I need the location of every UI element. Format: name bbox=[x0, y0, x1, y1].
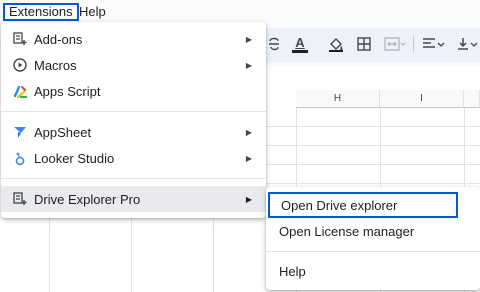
toolbar-divider bbox=[413, 36, 414, 52]
submenu-arrow-icon: ▶ bbox=[245, 60, 252, 70]
menu-item-macros[interactable]: Macros ▶ bbox=[1, 52, 266, 78]
menu-item-apps-script[interactable]: Apps Script bbox=[1, 78, 266, 104]
macros-icon bbox=[12, 57, 28, 73]
column-header-h[interactable]: H bbox=[296, 90, 380, 108]
menu-item-label: Macros bbox=[34, 57, 77, 73]
merge-cells-icon[interactable] bbox=[382, 31, 408, 57]
extensions-menu: Add-ons ▶ Macros ▶ Apps Script AppSheet … bbox=[1, 22, 266, 218]
submenu-item-label: Open Drive explorer bbox=[281, 197, 398, 213]
menu-extensions[interactable]: Extensions bbox=[3, 3, 79, 21]
menu-bar: Extensions Help bbox=[0, 0, 480, 24]
submenu-item-open-drive-explorer[interactable]: Open Drive explorer bbox=[268, 192, 458, 218]
submenu-divider bbox=[266, 251, 480, 252]
submenu-item-label: Help bbox=[279, 263, 306, 279]
submenu-arrow-icon: ▶ bbox=[245, 127, 252, 137]
column-header-i[interactable]: I bbox=[380, 90, 464, 108]
menu-item-label: Drive Explorer Pro bbox=[34, 191, 141, 207]
text-color-icon: A bbox=[295, 34, 305, 50]
vertical-align-icon[interactable] bbox=[455, 31, 480, 57]
grid-line bbox=[265, 145, 480, 146]
strikethrough-icon[interactable] bbox=[266, 31, 282, 57]
column-header-next[interactable] bbox=[464, 90, 480, 108]
menu-item-looker-studio[interactable]: Looker Studio ▶ bbox=[1, 145, 266, 171]
submenu-arrow-icon: ▶ bbox=[245, 194, 252, 204]
addons-icon bbox=[12, 31, 28, 47]
fill-color-icon[interactable] bbox=[327, 31, 345, 57]
submenu-item-open-license-manager[interactable]: Open License manager bbox=[266, 218, 480, 244]
horizontal-align-icon[interactable] bbox=[420, 31, 448, 57]
submenu-arrow-icon: ▶ bbox=[245, 34, 252, 44]
submenu-arrow-icon: ▶ bbox=[245, 153, 252, 163]
menu-item-label: AppSheet bbox=[34, 124, 92, 140]
addon-extension-icon bbox=[12, 191, 28, 207]
menu-item-label: Looker Studio bbox=[34, 150, 115, 166]
text-color-button[interactable]: A bbox=[289, 31, 311, 57]
grid-line bbox=[265, 164, 480, 165]
submenu-item-label: Open License manager bbox=[279, 223, 415, 239]
menu-item-drive-explorer-pro[interactable]: Drive Explorer Pro ▶ bbox=[1, 186, 266, 212]
apps-script-icon bbox=[12, 83, 28, 99]
grid-line bbox=[265, 126, 480, 127]
borders-icon[interactable] bbox=[355, 31, 373, 57]
looker-studio-icon bbox=[12, 150, 28, 166]
menu-item-add-ons[interactable]: Add-ons ▶ bbox=[1, 26, 266, 52]
menu-help[interactable]: Help bbox=[74, 3, 111, 21]
menu-divider bbox=[1, 111, 266, 112]
submenu-item-help[interactable]: Help bbox=[266, 258, 480, 284]
menu-item-label: Add-ons bbox=[34, 31, 83, 47]
drive-explorer-submenu: Open Drive explorer Open License manager… bbox=[266, 187, 480, 290]
menu-item-appsheet[interactable]: AppSheet ▶ bbox=[1, 119, 266, 145]
grid-line bbox=[265, 183, 480, 184]
menu-item-label: Apps Script bbox=[34, 83, 101, 99]
menu-divider bbox=[1, 178, 266, 179]
appsheet-icon bbox=[12, 124, 28, 140]
